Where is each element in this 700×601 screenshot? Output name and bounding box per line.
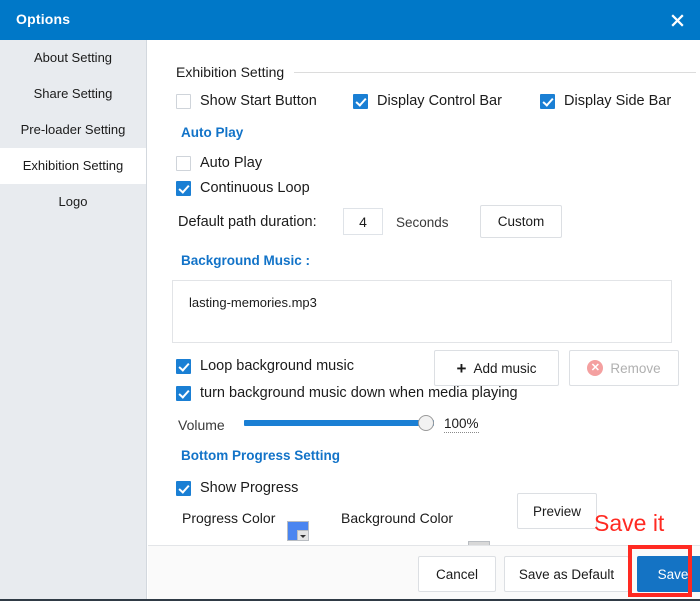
chevron-down-icon: [297, 530, 308, 540]
checkbox-display-control-bar[interactable]: Display Control Bar: [353, 93, 502, 109]
sidebar-item-about-setting[interactable]: About Setting: [0, 40, 146, 76]
sidebar-item-label: Pre-loader Setting: [20, 122, 126, 137]
volume-label: Volume: [178, 417, 225, 433]
checkbox-label: Loop background music: [200, 358, 354, 374]
sidebar-item-label: About Setting: [33, 50, 113, 65]
group-rule: [294, 71, 696, 73]
duration-unit-label: Seconds: [396, 215, 449, 230]
cancel-button[interactable]: Cancel: [418, 556, 496, 592]
checkbox-box-icon: [176, 155, 191, 171]
checkbox-box-icon: [176, 93, 191, 109]
checkbox-box-icon: [176, 180, 191, 196]
checkbox-label: Continuous Loop: [200, 180, 310, 196]
sidebar-item-label: Share Setting: [33, 86, 113, 101]
sidebar: About Setting Share Setting Pre-loader S…: [0, 40, 147, 601]
save-as-default-label: Save as Default: [518, 566, 615, 582]
sidebar-item-pre-loader-setting[interactable]: Pre-loader Setting: [0, 112, 146, 148]
window-title: Options: [16, 11, 71, 27]
save-as-default-button[interactable]: Save as Default: [504, 556, 629, 592]
background-music-heading: Background Music :: [181, 253, 311, 268]
default-path-duration-label: Default path duration:: [178, 214, 317, 230]
sidebar-item-label: Exhibition Setting: [22, 158, 124, 173]
checkbox-label: Show Start Button: [200, 93, 317, 109]
custom-button[interactable]: Custom: [480, 205, 562, 238]
sidebar-item-exhibition-setting[interactable]: Exhibition Setting: [0, 148, 146, 184]
sidebar-item-share-setting[interactable]: Share Setting: [0, 76, 146, 112]
default-path-duration-input[interactable]: [343, 208, 383, 235]
slider-fill: [244, 420, 434, 426]
auto-play-heading: Auto Play: [181, 125, 244, 140]
sidebar-item-label: Logo: [58, 194, 88, 209]
background-color-label: Background Color: [341, 510, 454, 526]
close-button[interactable]: [654, 0, 700, 40]
checkbox-duck-background-music[interactable]: turn background music down when media pl…: [176, 385, 518, 401]
plus-icon: +: [456, 358, 467, 378]
save-button-label: Save: [657, 566, 689, 582]
checkbox-label: Show Progress: [200, 480, 299, 496]
annotation-save-it-text: Save it: [594, 510, 665, 536]
checkbox-box-icon: [176, 385, 191, 401]
checkbox-auto-play[interactable]: Auto Play: [176, 155, 262, 171]
background-music-list[interactable]: lasting-memories.mp3: [172, 280, 672, 343]
checkbox-label: Display Side Bar: [564, 93, 672, 109]
checkbox-loop-background-music[interactable]: Loop background music: [176, 358, 354, 374]
remove-circle-icon: ✕: [587, 360, 604, 376]
volume-value: 100%: [444, 416, 479, 433]
dialog-footer: Cancel Save as Default Save: [148, 545, 700, 601]
slider-knob[interactable]: [418, 415, 434, 431]
volume-slider[interactable]: [244, 415, 434, 431]
list-item[interactable]: lasting-memories.mp3: [173, 281, 671, 310]
checkbox-continuous-loop[interactable]: Continuous Loop: [176, 180, 310, 196]
checkbox-label: Auto Play: [200, 155, 263, 171]
checkbox-label: Display Control Bar: [377, 93, 502, 109]
remove-button[interactable]: ✕ Remove: [569, 350, 679, 386]
options-dialog: Options About Setting Share Setting Pre-…: [0, 0, 700, 601]
custom-button-label: Custom: [497, 214, 545, 229]
add-music-label: Add music: [473, 360, 537, 376]
checkbox-label: turn background music down when media pl…: [200, 385, 518, 401]
title-bar: Options: [0, 0, 700, 40]
bottom-progress-heading: Bottom Progress Setting: [181, 448, 341, 463]
save-button[interactable]: Save: [637, 556, 700, 592]
checkbox-box-icon: [176, 358, 191, 374]
cancel-button-label: Cancel: [435, 566, 479, 582]
checkbox-show-progress[interactable]: Show Progress: [176, 480, 298, 496]
group-title: Exhibition Setting: [176, 64, 285, 80]
progress-color-label: Progress Color: [182, 510, 276, 526]
preview-button[interactable]: Preview: [517, 493, 597, 529]
progress-color-swatch[interactable]: [287, 521, 309, 541]
checkbox-box-icon: [353, 93, 368, 109]
preview-button-label: Preview: [532, 503, 581, 519]
sidebar-item-logo[interactable]: Logo: [0, 184, 146, 220]
close-icon: [670, 13, 685, 28]
remove-label: Remove: [610, 360, 661, 376]
checkbox-box-icon: [176, 480, 191, 496]
checkbox-show-start-button[interactable]: Show Start Button: [176, 93, 317, 109]
add-music-button[interactable]: + Add music: [434, 350, 559, 386]
exhibition-setting-group-header: Exhibition Setting: [176, 64, 696, 80]
checkbox-box-icon: [540, 93, 555, 109]
checkbox-display-side-bar[interactable]: Display Side Bar: [540, 93, 671, 109]
settings-panel: Exhibition Setting Show Start Button Dis…: [148, 40, 700, 561]
